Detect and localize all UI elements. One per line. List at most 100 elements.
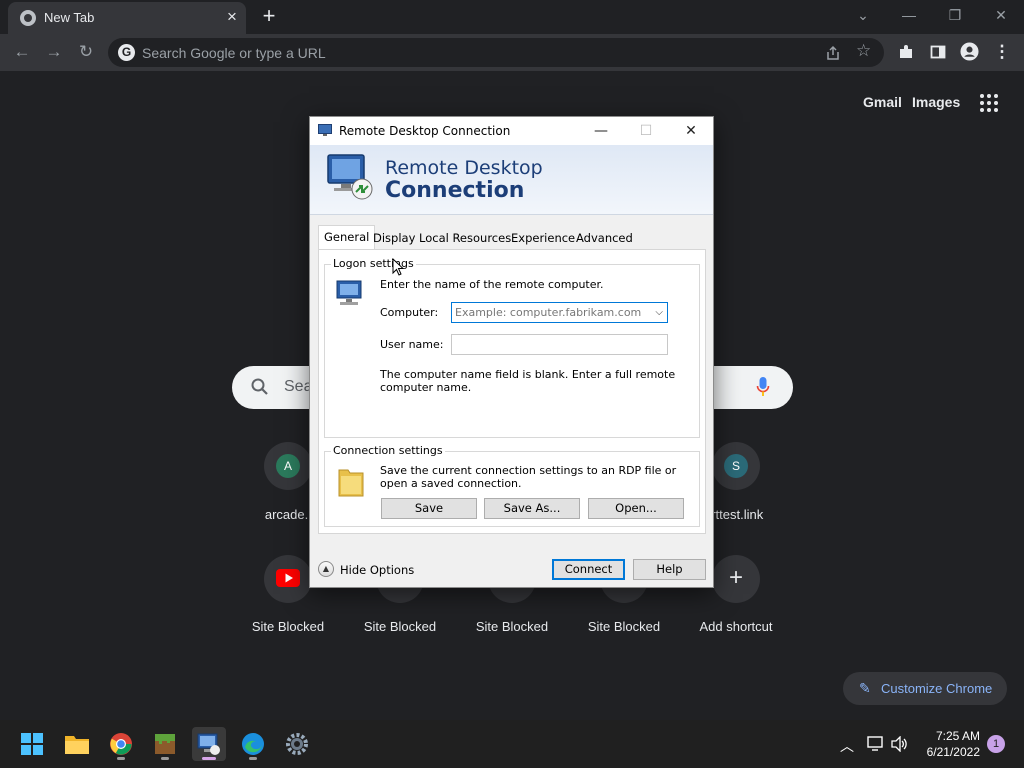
logon-settings-group: Logon settings Enter the name of the rem… — [324, 257, 700, 438]
add-shortcut-label[interactable]: Add shortcut — [680, 619, 792, 634]
shortcut-label[interactable]: Site Blocked — [232, 619, 344, 634]
tab-general[interactable]: General — [318, 225, 376, 250]
tab-advanced[interactable]: Advanced — [571, 228, 638, 250]
volume-icon[interactable] — [891, 736, 909, 752]
running-indicator — [202, 757, 216, 760]
forward-icon[interactable]: → — [42, 40, 66, 64]
connection-settings-group: Connection settings Save the current con… — [324, 444, 700, 527]
microphone-icon[interactable] — [756, 376, 770, 398]
rdp-minimize-button[interactable]: — — [586, 120, 616, 142]
folder-icon — [338, 469, 364, 497]
chrome-taskbar-button[interactable] — [104, 727, 138, 761]
computer-combobox[interactable]: Example: computer.fabrikam.com ⌵ — [451, 302, 668, 323]
chrome-favicon-icon — [20, 10, 36, 26]
username-field — [451, 334, 668, 355]
tab-title: New Tab — [44, 10, 95, 25]
banner-title-line2: Connection — [385, 178, 525, 203]
extensions-icon[interactable] — [898, 44, 914, 60]
close-window-button[interactable]: ✕ — [988, 4, 1014, 26]
connect-button[interactable]: Connect — [552, 559, 625, 580]
tab-local-resources[interactable]: Local Resources — [414, 228, 516, 250]
shortcut-tile[interactable]: S — [712, 442, 760, 490]
rdp-banner: Remote Desktop Connection — [310, 145, 713, 215]
save-as-button[interactable]: Save As... — [484, 498, 580, 519]
add-shortcut-tile[interactable]: + — [712, 555, 760, 603]
side-panel-icon[interactable] — [930, 44, 946, 60]
connection-description: Save the current connection settings to … — [380, 464, 677, 490]
images-link[interactable]: Images — [912, 94, 960, 110]
settings-taskbar-button[interactable] — [280, 727, 314, 761]
menu-kebab-icon[interactable]: ⋮ — [990, 40, 1014, 64]
windows-logo-icon — [21, 733, 43, 755]
toolbar: ← → ↻ G Search Google or type a URL ☆ ⋮ — [0, 34, 1024, 71]
reload-icon[interactable]: ↻ — [74, 40, 98, 64]
tab-new-tab[interactable]: New Tab × — [8, 2, 246, 34]
minecraft-taskbar-button[interactable] — [148, 727, 182, 761]
help-button[interactable]: Help — [633, 559, 706, 580]
general-tab-panel: Logon settings Enter the name of the rem… — [318, 249, 706, 534]
hide-options-link[interactable]: Hide Options — [340, 564, 414, 577]
plus-icon: + — [728, 564, 743, 591]
tab-display[interactable]: Display — [368, 228, 420, 250]
edge-taskbar-button[interactable] — [236, 727, 270, 761]
tab-strip: New Tab × + ⌄ — ❐ ✕ — [0, 0, 1024, 34]
rdp-titlebar[interactable]: Remote Desktop Connection — ☐ ✕ — [310, 117, 713, 145]
rdp-app-icon — [318, 124, 332, 136]
back-icon[interactable]: ← — [10, 40, 34, 64]
start-button[interactable] — [15, 727, 49, 761]
open-button[interactable]: Open... — [588, 498, 684, 519]
rdp-close-button[interactable]: ✕ — [676, 120, 706, 142]
restore-button[interactable]: ❐ — [942, 4, 968, 26]
remote-desktop-icon — [327, 154, 373, 200]
chevron-up-icon[interactable]: ▲ — [318, 561, 334, 577]
google-apps-icon[interactable] — [980, 94, 1000, 114]
mouse-cursor-icon — [392, 258, 404, 276]
running-indicator — [161, 757, 169, 760]
customize-chrome-label: Customize Chrome — [881, 681, 993, 696]
notification-badge[interactable]: 1 — [987, 735, 1005, 753]
running-indicator — [117, 757, 125, 760]
omnibox[interactable]: G Search Google or type a URL ☆ — [108, 38, 884, 67]
edge-icon — [242, 733, 264, 755]
minimize-button[interactable]: — — [896, 4, 922, 26]
shortcut-label[interactable]: Site Blocked — [344, 619, 456, 634]
bookmark-star-icon[interactable]: ☆ — [856, 41, 871, 61]
rdp-maximize-button: ☐ — [639, 123, 653, 139]
taskbar-clock-date[interactable]: 6/21/2022 — [910, 745, 980, 759]
file-explorer-button[interactable] — [60, 727, 94, 761]
chrome-icon — [110, 733, 132, 755]
new-tab-button[interactable]: + — [258, 5, 280, 27]
computer-label: Computer: — [380, 306, 439, 319]
connection-settings-label: Connection settings — [331, 444, 445, 457]
tab-search-icon[interactable]: ⌄ — [850, 4, 876, 26]
chevron-down-icon[interactable]: ⌵ — [655, 303, 663, 322]
shortcut-label[interactable]: Site Blocked — [568, 619, 680, 634]
share-icon[interactable] — [825, 45, 841, 61]
network-icon[interactable] — [867, 736, 885, 752]
logon-instruction: Enter the name of the remote computer. — [380, 278, 604, 291]
customize-chrome-button[interactable]: ✎ Customize Chrome — [843, 672, 1007, 705]
remote-desktop-taskbar-icon — [197, 733, 220, 755]
tab-experience[interactable]: Experience — [506, 228, 580, 250]
shortcut-label[interactable]: orttest.link — [704, 507, 794, 522]
running-indicator — [249, 757, 257, 760]
shortcut-tile[interactable]: A — [264, 442, 312, 490]
shortcut-letter-icon: S — [724, 454, 748, 478]
shortcut-label[interactable]: Site Blocked — [456, 619, 568, 634]
tab-close-icon[interactable]: × — [222, 7, 242, 27]
show-hidden-icons-chevron-icon[interactable]: ︿ — [840, 736, 854, 756]
computer-icon — [336, 280, 362, 305]
rdp-title: Remote Desktop Connection — [339, 124, 511, 138]
taskbar-clock-time[interactable]: 7:25 AM — [920, 729, 980, 743]
profile-icon[interactable] — [960, 42, 979, 61]
shortcut-tile[interactable] — [264, 555, 312, 603]
username-label: User name: — [380, 338, 444, 351]
save-button[interactable]: Save — [381, 498, 477, 519]
omnibox-placeholder: Search Google or type a URL — [142, 45, 326, 61]
banner-title-line1: Remote Desktop — [385, 157, 543, 179]
gmail-link[interactable]: Gmail — [863, 94, 902, 110]
youtube-icon — [276, 569, 300, 587]
search-icon — [251, 378, 268, 395]
rdp-taskbar-button[interactable] — [192, 727, 226, 761]
computer-placeholder: Example: computer.fabrikam.com — [455, 306, 642, 319]
